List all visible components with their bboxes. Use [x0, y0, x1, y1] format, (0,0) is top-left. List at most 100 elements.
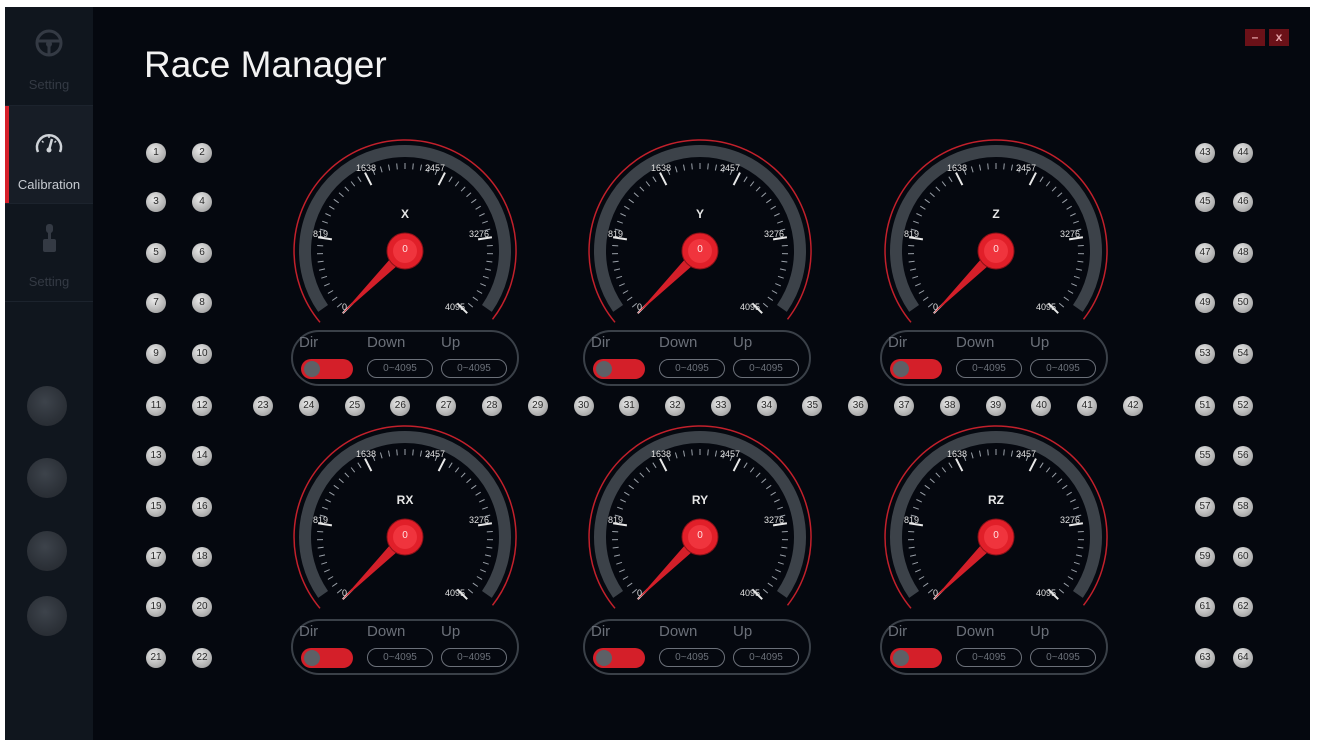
up-range-field[interactable]: 0~4095 [733, 359, 799, 378]
down-range-field[interactable]: 0~4095 [367, 359, 433, 378]
direction-toggle[interactable] [301, 648, 353, 668]
sidebar-round-button[interactable] [27, 531, 67, 571]
button-6[interactable]: 6 [192, 243, 212, 263]
button-40[interactable]: 40 [1031, 396, 1052, 416]
button-47[interactable]: 47 [1195, 243, 1215, 263]
button-5[interactable]: 5 [146, 243, 166, 263]
button-26[interactable]: 26 [390, 396, 411, 416]
button-58[interactable]: 58 [1233, 497, 1253, 517]
direction-toggle[interactable] [593, 648, 645, 668]
button-4[interactable]: 4 [192, 192, 212, 212]
button-49[interactable]: 49 [1195, 293, 1215, 313]
close-button[interactable]: x [1269, 29, 1289, 46]
up-label: Up [1030, 334, 1050, 351]
button-34[interactable]: 34 [756, 396, 777, 416]
button-8[interactable]: 8 [192, 293, 212, 313]
button-44[interactable]: 44 [1233, 143, 1253, 163]
button-41[interactable]: 41 [1077, 396, 1098, 416]
minor-tick [1071, 569, 1077, 573]
up-range-field[interactable]: 0~4095 [1030, 359, 1096, 378]
button-19[interactable]: 19 [146, 597, 166, 617]
button-36[interactable]: 36 [848, 396, 869, 416]
down-range-field[interactable]: 0~4095 [367, 648, 433, 667]
down-range-field[interactable]: 0~4095 [659, 359, 725, 378]
button-33[interactable]: 33 [710, 396, 731, 416]
button-12[interactable]: 12 [192, 396, 212, 416]
sidebar-round-button[interactable] [27, 596, 67, 636]
button-14[interactable]: 14 [192, 446, 212, 466]
button-28[interactable]: 28 [481, 396, 502, 416]
button-31[interactable]: 31 [619, 396, 640, 416]
button-62[interactable]: 62 [1233, 597, 1253, 617]
button-61[interactable]: 61 [1195, 597, 1215, 617]
button-50[interactable]: 50 [1233, 293, 1253, 313]
button-48[interactable]: 48 [1233, 243, 1253, 263]
minor-tick [471, 484, 477, 490]
button-9[interactable]: 9 [146, 344, 166, 364]
up-range-field[interactable]: 0~4095 [441, 359, 507, 378]
button-20[interactable]: 20 [192, 597, 212, 617]
button-32[interactable]: 32 [665, 396, 686, 416]
nav-item-calibration[interactable]: Calibration [5, 106, 93, 203]
button-24[interactable]: 24 [298, 396, 319, 416]
button-30[interactable]: 30 [573, 396, 594, 416]
down-range-field[interactable]: 0~4095 [956, 359, 1022, 378]
button-18[interactable]: 18 [192, 547, 212, 567]
button-25[interactable]: 25 [344, 396, 365, 416]
button-55[interactable]: 55 [1195, 446, 1215, 466]
major-tick [1028, 172, 1037, 186]
direction-toggle[interactable] [890, 359, 942, 379]
button-13[interactable]: 13 [146, 446, 166, 466]
button-1[interactable]: 1 [146, 143, 166, 163]
button-56[interactable]: 56 [1233, 446, 1253, 466]
minor-tick [714, 164, 717, 171]
down-range-field[interactable]: 0~4095 [956, 648, 1022, 667]
button-42[interactable]: 42 [1123, 396, 1143, 416]
direction-toggle[interactable] [890, 648, 942, 668]
button-7[interactable]: 7 [146, 293, 166, 313]
button-45[interactable]: 45 [1195, 192, 1215, 212]
nav-item-setting-shifter[interactable]: Setting [5, 204, 93, 301]
down-range-field[interactable]: 0~4095 [659, 648, 725, 667]
up-range-field[interactable]: 0~4095 [1030, 648, 1096, 667]
button-38[interactable]: 38 [939, 396, 960, 416]
button-46[interactable]: 46 [1233, 192, 1253, 212]
button-27[interactable]: 27 [436, 396, 457, 416]
up-range-field[interactable]: 0~4095 [441, 648, 507, 667]
button-17[interactable]: 17 [146, 547, 166, 567]
button-3[interactable]: 3 [146, 192, 166, 212]
button-64[interactable]: 64 [1233, 648, 1253, 668]
button-54[interactable]: 54 [1233, 344, 1253, 364]
sidebar-round-button[interactable] [27, 386, 67, 426]
direction-toggle[interactable] [593, 359, 645, 379]
sidebar-round-button[interactable] [27, 458, 67, 498]
up-range-field[interactable]: 0~4095 [733, 648, 799, 667]
button-22[interactable]: 22 [192, 648, 212, 668]
button-60[interactable]: 60 [1233, 547, 1253, 567]
button-35[interactable]: 35 [802, 396, 823, 416]
button-53[interactable]: 53 [1195, 344, 1215, 364]
button-10[interactable]: 10 [192, 344, 212, 364]
direction-toggle[interactable] [301, 359, 353, 379]
button-39[interactable]: 39 [985, 396, 1006, 416]
button-57[interactable]: 57 [1195, 497, 1215, 517]
button-11[interactable]: 11 [146, 396, 166, 416]
button-52[interactable]: 52 [1233, 396, 1253, 416]
minor-tick [454, 467, 460, 473]
button-63[interactable]: 63 [1195, 648, 1215, 668]
button-43[interactable]: 43 [1195, 143, 1215, 163]
minor-tick [691, 449, 693, 456]
button-29[interactable]: 29 [527, 396, 548, 416]
button-23[interactable]: 23 [253, 396, 273, 416]
button-15[interactable]: 15 [146, 497, 166, 517]
button-51[interactable]: 51 [1195, 396, 1215, 416]
minimize-button[interactable]: – [1245, 29, 1265, 46]
button-37[interactable]: 37 [894, 396, 915, 416]
button-21[interactable]: 21 [146, 648, 166, 668]
button-59[interactable]: 59 [1195, 547, 1215, 567]
minor-tick [1058, 588, 1065, 594]
button-2[interactable]: 2 [192, 143, 212, 163]
button-16[interactable]: 16 [192, 497, 212, 517]
nav-item-setting-wheel[interactable]: Setting [5, 7, 93, 104]
gauge-tick-label: 2457 [425, 449, 446, 459]
